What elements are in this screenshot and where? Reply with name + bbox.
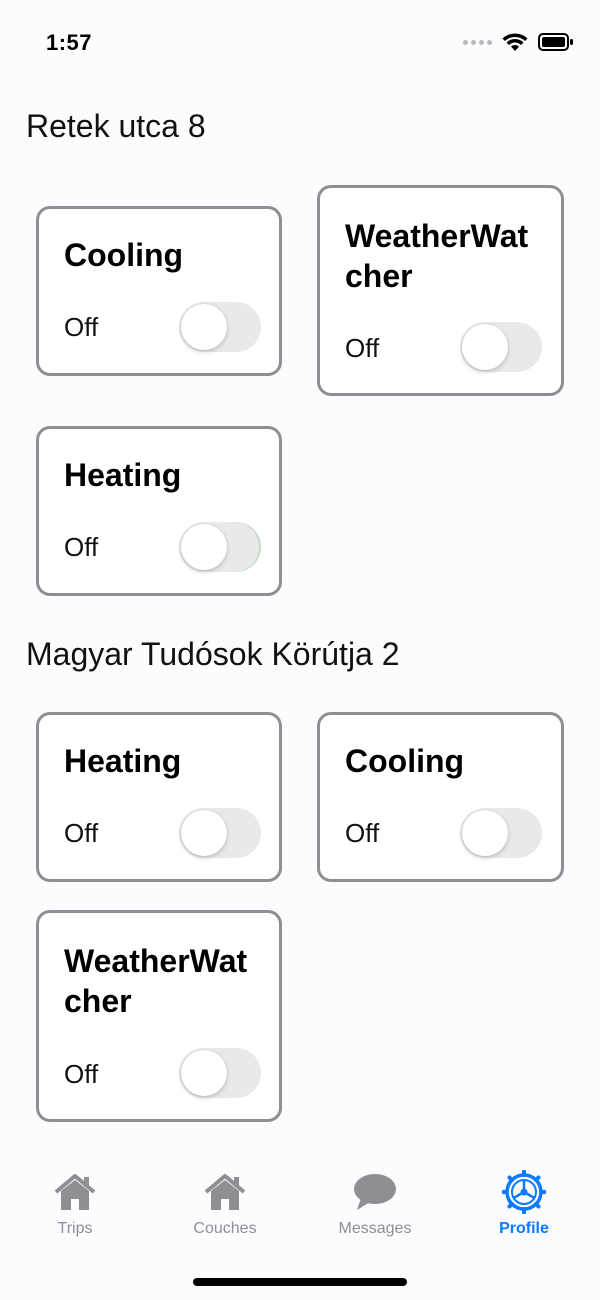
status-time: 1:57 [46,30,93,55]
device-card-weatherwatcher: WeatherWatcher Off [36,910,282,1122]
weatherwatcher-toggle[interactable] [179,1048,261,1098]
device-name: WeatherWatcher [64,943,248,1019]
cellular-signal-icon [463,39,492,45]
device-state: Off [64,312,99,342]
device-name: Heating [64,743,182,779]
device-state: Off [345,333,380,363]
section-title: Magyar Tudósok Körútja 2 [26,636,400,672]
house-icon [51,1170,99,1214]
status-bar: 1:57 [0,0,600,90]
device-card-heating: Heating Off [36,426,282,596]
device-state: Off [64,1059,99,1089]
section-title: Retek utca 8 [26,108,206,144]
heating-toggle[interactable] [179,522,261,572]
device-name: Cooling [345,743,465,779]
tab-couches[interactable]: Couches [165,1170,285,1250]
device-name: Cooling [64,237,184,273]
app-screen: 1:57 Retek utca 8 Cooling Off WeatherWat… [0,0,600,1300]
device-card-weatherwatcher: WeatherWatcher Off [317,185,564,396]
cooling-toggle[interactable] [179,302,261,352]
tab-label: Profile [499,1220,549,1237]
speech-bubble-icon [351,1170,399,1214]
status-icons [463,32,574,52]
toggle-knob [462,810,508,856]
device-state: Off [64,532,99,562]
tab-label: Messages [338,1220,412,1237]
weatherwatcher-toggle[interactable] [460,322,542,372]
device-name: Heating [64,457,182,493]
tab-trips[interactable]: Trips [15,1170,135,1250]
house-icon [201,1170,249,1214]
device-name: WeatherWatcher [345,218,529,294]
tab-label: Trips [57,1220,93,1237]
tab-profile[interactable]: Profile [464,1170,584,1250]
device-state: Off [345,818,380,848]
tab-messages[interactable]: Messages [315,1170,435,1250]
battery-icon [538,33,573,51]
toggle-knob [462,324,508,370]
toggle-knob [181,1050,227,1096]
toggle-knob [181,524,227,570]
cooling-toggle[interactable] [460,808,542,858]
toggle-knob [181,304,227,350]
heating-toggle[interactable] [179,808,261,858]
device-card-cooling: Cooling Off [36,206,282,376]
toggle-knob [181,810,227,856]
device-state: Off [64,818,99,848]
gear-wheel-icon [500,1170,548,1214]
tab-label: Couches [193,1220,257,1237]
home-indicator[interactable] [193,1278,407,1286]
device-card-cooling: Cooling Off [317,712,564,882]
wifi-icon [502,33,528,51]
device-card-heating: Heating Off [36,712,282,882]
